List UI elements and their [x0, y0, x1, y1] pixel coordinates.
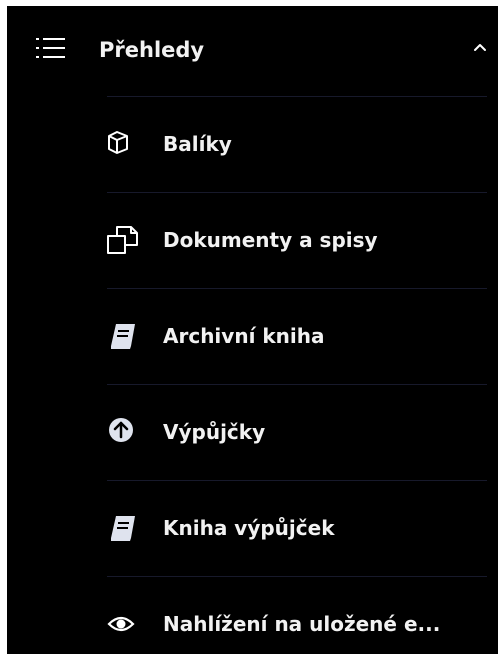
divider	[107, 96, 487, 97]
divider	[107, 288, 487, 289]
item-label: Balíky	[163, 132, 232, 156]
chevron-up-icon[interactable]	[470, 40, 490, 56]
eye-icon	[107, 609, 143, 639]
divider	[107, 576, 487, 577]
item-label: Kniha výpůjček	[163, 516, 335, 540]
sidebar-item-archivni-kniha[interactable]: Archivní kniha	[107, 288, 498, 384]
item-label: Dokumenty a spisy	[163, 228, 378, 252]
documents-icon	[107, 225, 143, 255]
section-header-prehledy[interactable]: Přehledy	[7, 6, 498, 96]
sidebar-item-baliky[interactable]: Balíky	[107, 96, 498, 192]
sidebar-item-nahlizeni[interactable]: Nahlížení na uložené e...	[107, 576, 498, 672]
divider	[107, 192, 487, 193]
book-icon	[107, 513, 143, 543]
sidebar-item-vypujcky[interactable]: Výpůjčky	[107, 384, 498, 480]
upload-circle-icon	[107, 417, 143, 447]
divider	[107, 480, 487, 481]
sidebar-panel: Přehledy Balíky Dokumenty a spisy Archiv…	[7, 6, 498, 654]
item-label: Archivní kniha	[163, 324, 325, 348]
menu-list-icon	[35, 37, 69, 59]
sidebar-item-kniha-vypujcek[interactable]: Kniha výpůjček	[107, 480, 498, 576]
book-icon	[107, 321, 143, 351]
item-label: Nahlížení na uložené e...	[163, 612, 441, 636]
item-label: Výpůjčky	[163, 420, 266, 444]
divider	[107, 384, 487, 385]
package-icon	[107, 129, 143, 159]
sidebar-item-dokumenty[interactable]: Dokumenty a spisy	[107, 192, 498, 288]
section-title: Přehledy	[99, 38, 205, 62]
